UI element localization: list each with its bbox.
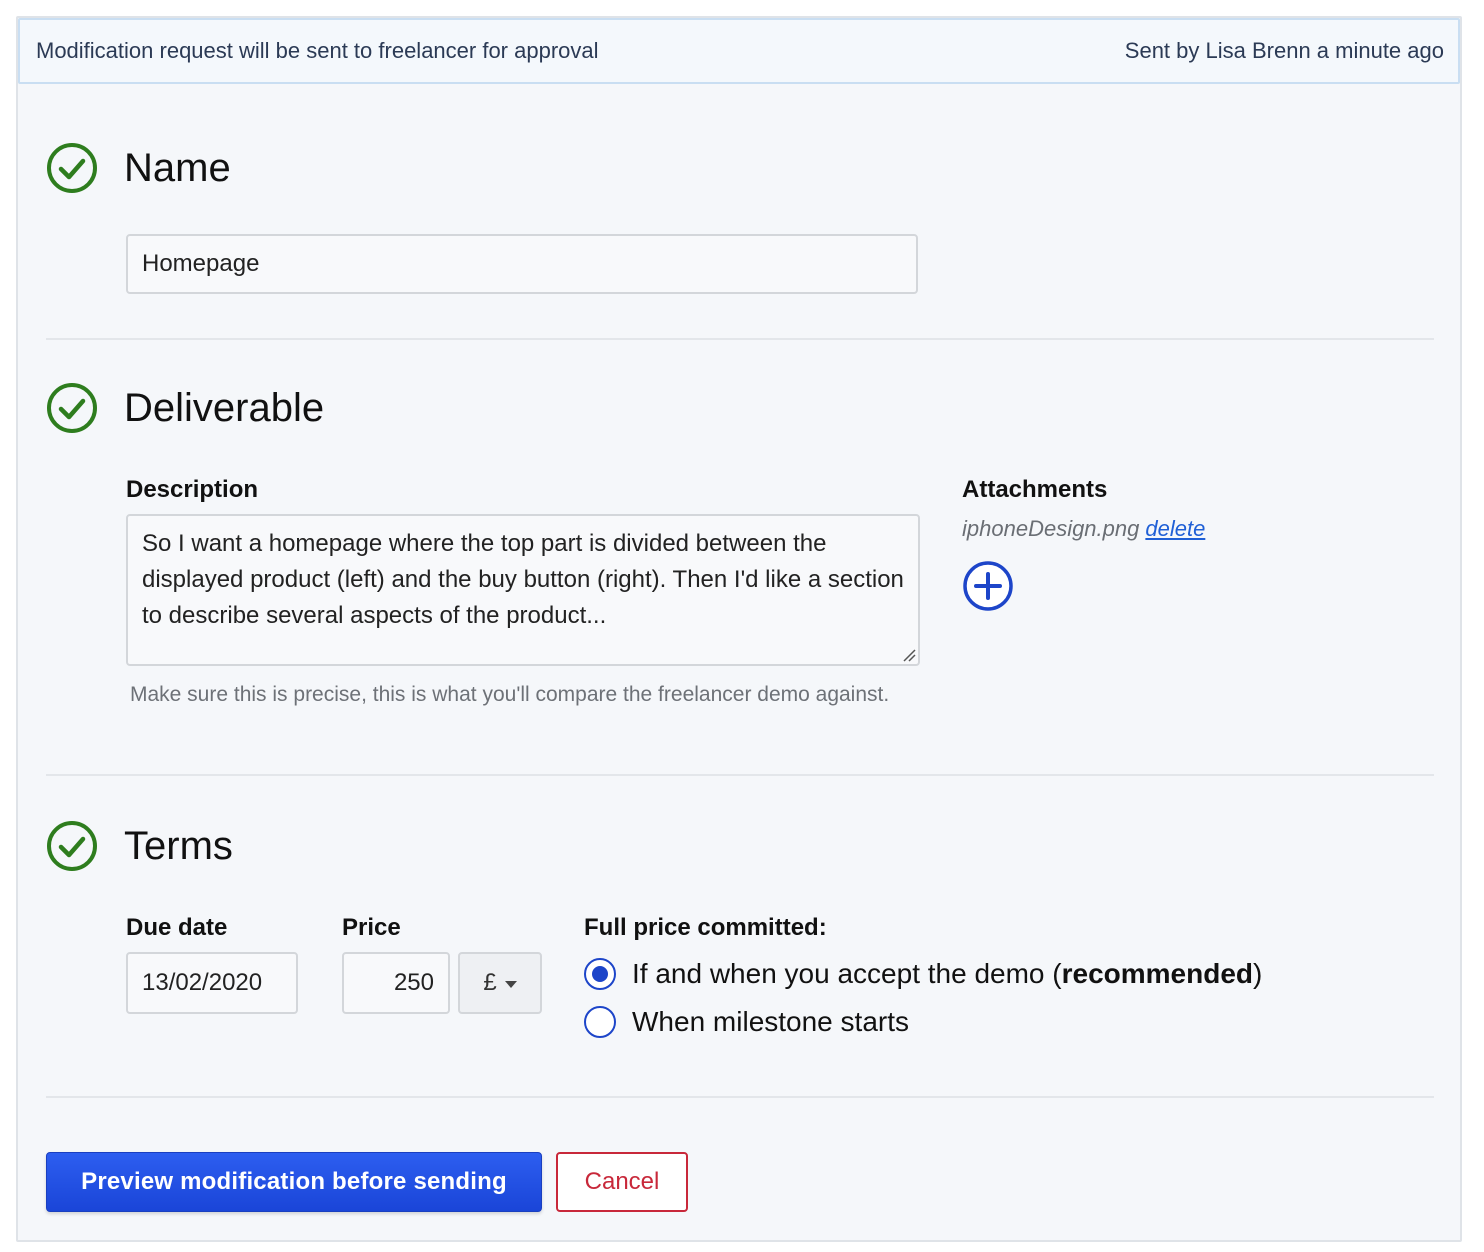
radio-unchecked[interactable]: [584, 1006, 616, 1038]
attachment-filename: iphoneDesign.png: [962, 516, 1140, 541]
due-date-label: Due date: [126, 914, 228, 941]
section-title-terms: Terms: [124, 824, 233, 868]
cancel-button[interactable]: Cancel: [556, 1152, 688, 1212]
check-circle-icon: [47, 383, 97, 433]
plus-circle-icon[interactable]: [962, 560, 1014, 612]
section-divider: [46, 774, 1434, 776]
banner-message: Modification request will be sent to fre…: [36, 38, 599, 63]
name-input-value: Homepage: [142, 250, 260, 277]
currency-select[interactable]: £: [458, 952, 542, 1014]
commit-label: Full price committed:: [584, 914, 827, 941]
commit-option-milestone-starts[interactable]: When milestone starts: [584, 1006, 909, 1038]
section-divider: [46, 338, 1434, 340]
check-circle-icon: [47, 821, 97, 871]
currency-value: £: [483, 969, 497, 996]
due-date-value: 13/02/2020: [142, 969, 263, 996]
approval-banner: Modification request will be sent to fre…: [18, 18, 1460, 84]
section-divider: [46, 1096, 1434, 1098]
attachments-label: Attachments: [962, 476, 1108, 503]
commit-option-accept-demo[interactable]: If and when you accept the demo (recomme…: [584, 958, 1262, 990]
attachment-delete-link[interactable]: delete: [1145, 516, 1205, 541]
commit-option-label: When milestone starts: [632, 1006, 909, 1037]
radio-checked[interactable]: [584, 958, 616, 990]
banner-meta: Sent by Lisa Brenn a minute ago: [1124, 38, 1444, 63]
description-hint: Make sure this is precise, this is what …: [130, 683, 890, 706]
price-input[interactable]: 250: [342, 952, 450, 1014]
description-label: Description: [126, 476, 259, 503]
due-date-input[interactable]: 13/02/2020: [126, 952, 298, 1014]
description-value: So I want a homepage where the top part …: [142, 530, 904, 629]
attachment-item: iphoneDesign.png delete: [962, 516, 1205, 542]
name-input[interactable]: Homepage: [126, 234, 918, 294]
commit-option-label: If and when you accept the demo (recomme…: [632, 958, 1263, 989]
section-title-deliverable: Deliverable: [124, 386, 325, 430]
check-circle-icon: [47, 143, 97, 193]
resize-handle-icon[interactable]: [900, 646, 916, 662]
price-value: 250: [393, 969, 434, 996]
chevron-down-icon: [504, 980, 517, 988]
modification-panel: Modification request will be sent to fre…: [16, 16, 1462, 1242]
preview-modification-button[interactable]: Preview modification before sending: [46, 1152, 542, 1212]
description-textarea[interactable]: So I want a homepage where the top part …: [126, 514, 920, 666]
price-label: Price: [342, 914, 401, 941]
section-title-name: Name: [124, 146, 231, 190]
